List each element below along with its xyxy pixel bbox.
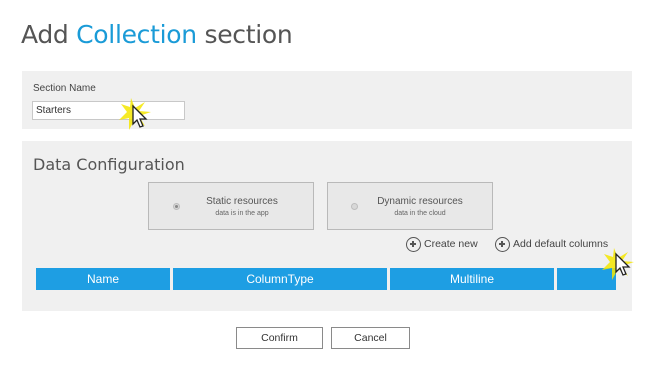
data-configuration-panel: Data Configuration Static resources data…: [22, 141, 632, 311]
static-resources-subtitle: data is in the app: [215, 210, 269, 217]
static-resources-option[interactable]: Static resources data is in the app: [148, 182, 314, 230]
page-title-accent: Collection: [76, 20, 197, 49]
column-header-name[interactable]: Name: [36, 268, 170, 290]
static-resources-title: Static resources: [206, 196, 278, 207]
section-name-input[interactable]: Starters: [32, 101, 185, 120]
confirm-button[interactable]: Confirm: [236, 327, 323, 349]
column-header-extra[interactable]: [557, 268, 616, 290]
page-title-suffix: section: [196, 20, 293, 49]
create-new-button[interactable]: Create new: [406, 234, 478, 254]
dynamic-resources-title: Dynamic resources: [377, 196, 463, 207]
dynamic-resources-option[interactable]: Dynamic resources data in the cloud: [327, 182, 493, 230]
circle-plus-icon: [406, 236, 421, 252]
cancel-button[interactable]: Cancel: [331, 327, 410, 349]
section-name-label: Section Name: [33, 83, 96, 94]
dynamic-resources-subtitle: data in the cloud: [394, 210, 446, 217]
columns-table-header: Name ColumnType Multiline: [36, 268, 616, 290]
data-configuration-heading: Data Configuration: [33, 155, 185, 174]
section-name-panel: Section Name Starters: [22, 71, 632, 129]
create-new-label: Create new: [424, 238, 478, 250]
add-default-columns-label: Add default columns: [513, 238, 609, 250]
column-header-multiline[interactable]: Multiline: [390, 268, 554, 290]
page-title: Add Collection section: [21, 20, 293, 49]
add-default-columns-button[interactable]: Add default columns: [495, 234, 608, 254]
circle-plus-icon: [495, 236, 510, 252]
column-header-columntype[interactable]: ColumnType: [173, 268, 387, 290]
page-title-prefix: Add: [21, 20, 77, 49]
